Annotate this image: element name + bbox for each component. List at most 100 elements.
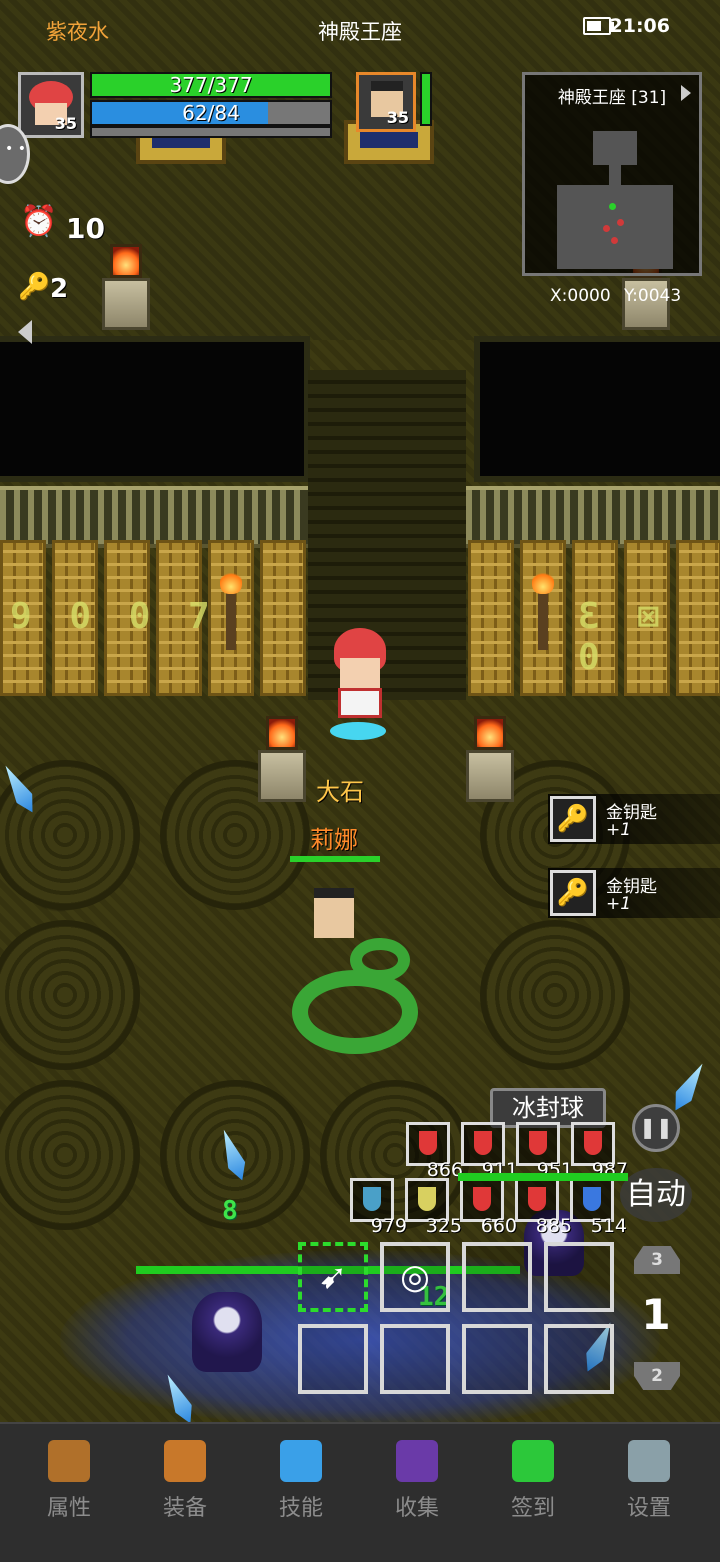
npc-hp-bar [290,856,380,862]
skill-slot-ice-orb[interactable]: ◎ [380,1242,450,1312]
potion-slot[interactable]: 987 [571,1122,628,1181]
potion-slot[interactable]: 866 [406,1122,463,1181]
gold-key-icon: 🔑 [550,796,596,842]
nav-label: 技能 [278,1496,323,1521]
arrows-icon: ➹ [318,1257,348,1297]
skill-slot[interactable] [462,1324,532,1394]
loot-item-amount: +1 [606,894,632,914]
minimap[interactable]: 神殿王座 [31] [522,72,702,276]
potion-icon [528,1187,546,1211]
ice-orb-icon: ◎ [400,1257,430,1297]
minimap-player-dot [609,203,616,210]
player-exp-bar [90,126,332,138]
player-hp-text: 377/377 [169,73,253,97]
dark-pit-right [474,336,720,482]
potion-slot[interactable]: 951 [516,1122,573,1181]
bag-icon [164,1440,206,1482]
floor-tile-circle [0,920,140,1070]
nav-item-5[interactable]: 设置 [594,1440,704,1540]
skill-slot[interactable] [380,1324,450,1394]
skill-slot[interactable] [544,1324,614,1394]
target-hp-bar [458,1173,628,1181]
skill-page-down-button[interactable]: 2 [634,1362,680,1390]
floor-tile-circle [480,920,630,1070]
collection-book-icon [396,1440,438,1482]
railing-right [466,486,720,548]
wall-panel [468,540,514,696]
loot-notification: 🔑 金钥匙 +1 [548,794,720,844]
rune-text-left: 9 0 0 7 [10,596,218,637]
player-character[interactable] [326,628,396,748]
potion-icon [583,1187,601,1211]
loot-item-amount: +1 [606,820,632,840]
bottom-nav: 属性 装备 技能 收集 签到 设置 [0,1422,720,1562]
minimap-room [557,185,673,269]
potion-count: 979 [370,1215,407,1237]
coordinates: X:0000 Y:0043 [550,286,682,306]
potion-slot[interactable]: 885 [515,1178,572,1237]
reaper-enemy[interactable] [192,1292,262,1372]
nav-label: 收集 [394,1496,439,1521]
player-hp-bar: 377/377 [90,72,332,98]
railing-left [0,486,308,548]
nav-label: 装备 [162,1496,207,1521]
clock: 21:06 [609,15,670,37]
nav-item-1[interactable]: 装备 [130,1440,240,1540]
wall-torch [532,570,554,650]
wall-panel [260,540,306,696]
nav-label: 属性 [46,1496,91,1521]
helmet-icon [48,1440,90,1482]
key-count: 2 [50,274,69,304]
gem-icon [512,1440,554,1482]
potion-slot[interactable]: 325 [405,1178,462,1237]
brazier [256,712,308,802]
fish-icon [363,1187,381,1211]
companion-hp-bar [420,72,432,126]
potion-slot[interactable]: 514 [570,1178,627,1237]
potion-count: 885 [535,1215,572,1237]
auto-button[interactable]: 自动 [620,1168,692,1222]
potion-slot[interactable]: 660 [460,1178,517,1237]
pet-name-label: 大石 [316,778,364,806]
potion-icon [419,1131,437,1155]
potion-slot[interactable]: 979 [350,1178,407,1237]
gear-icon [628,1440,670,1482]
timer-count: 10 [66,212,105,245]
pause-button[interactable]: ❚❚ [632,1104,680,1152]
nav-item-3[interactable]: 收集 [362,1440,472,1540]
skill-slot[interactable] [544,1242,614,1312]
ice-shard [668,1059,711,1115]
brazier [464,712,516,802]
potion-count: 514 [590,1215,627,1237]
skill-slot[interactable] [298,1324,368,1394]
nav-item-4[interactable]: 签到 [478,1440,588,1540]
skill-slot-arrows[interactable]: ➹ [298,1242,368,1312]
skill-orb-icon [280,1440,322,1482]
potion-icon [473,1187,491,1211]
snake-pet-head [350,938,410,982]
nav-item-0[interactable]: 属性 [14,1440,124,1540]
battery-icon [583,17,614,35]
alarm-clock-icon: ⏰ [20,204,58,239]
nav-label: 设置 [626,1496,671,1521]
minimap-enemy-dot [603,225,610,232]
player-mp-text: 62/84 [182,101,240,125]
potion-slot[interactable]: 911 [461,1122,518,1181]
potion-icon [418,1187,436,1211]
skill-page-up-button[interactable]: 3 [634,1246,680,1274]
skill-page-number: 1 [641,1290,671,1339]
brazier [100,240,152,330]
companion-portrait[interactable]: 35 [356,72,416,132]
skill-slot[interactable] [462,1242,532,1312]
wall-torch [220,570,242,650]
snake-pet[interactable] [292,970,418,1054]
collapse-arrow-icon[interactable] [18,320,32,344]
damage-number: 8 [222,1196,238,1226]
minimap-title: 神殿王座 [31] [557,88,667,108]
potion-count: 660 [480,1215,517,1237]
player-portrait[interactable]: 35 [18,72,84,138]
nav-label: 签到 [510,1496,555,1521]
companion-level: 35 [386,108,409,127]
nav-item-2[interactable]: 技能 [246,1440,356,1540]
minimap-expand-icon[interactable] [681,85,691,101]
